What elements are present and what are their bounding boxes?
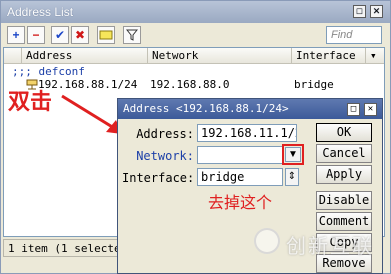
minus-icon[interactable]: −: [27, 26, 45, 44]
find-input[interactable]: Find: [326, 26, 382, 44]
maximize-button[interactable]: □: [353, 5, 366, 18]
network-dropdown-icon[interactable]: ▼: [285, 147, 301, 162]
watermark-text: 创新互联: [286, 234, 374, 258]
network-field[interactable]: [197, 146, 283, 164]
header-flag-cell: [4, 48, 22, 64]
group-comment-row: ;;; defconf: [4, 65, 384, 79]
table-header: Address Network Interface ▾: [4, 48, 384, 64]
column-menu-icon[interactable]: ▾: [366, 48, 384, 64]
column-network[interactable]: Network: [148, 48, 292, 64]
apply-button[interactable]: Apply: [316, 165, 372, 184]
column-interface[interactable]: Interface: [292, 48, 366, 64]
interface-dropdown-icon[interactable]: ⇕: [285, 168, 299, 186]
disable-button[interactable]: Disable: [316, 191, 372, 210]
watermark-logo-icon: [254, 228, 280, 254]
row-address: 192.168.88.1/24: [38, 78, 138, 91]
toolbar: + − ✔ ✖ Find: [1, 23, 390, 47]
cancel-button[interactable]: Cancel: [316, 144, 372, 163]
group-comment: ;;; defconf: [12, 65, 85, 78]
table-row[interactable]: 192.168.88.1/24 192.168.88.0 bridge: [4, 78, 384, 92]
row-network: 192.168.88.0: [150, 78, 230, 91]
address-field[interactable]: 192.168.11.1/24: [197, 124, 297, 142]
plus-icon[interactable]: +: [7, 26, 25, 44]
note-icon[interactable]: [97, 26, 115, 44]
dialog-title: Address <192.168.88.1/24>: [123, 102, 289, 115]
address-label: Address:: [136, 127, 194, 141]
interface-field[interactable]: bridge: [197, 168, 283, 186]
close-button[interactable]: ✕: [370, 5, 383, 18]
ok-button[interactable]: OK: [316, 123, 372, 142]
row-interface: bridge: [294, 78, 334, 91]
dialog-maximize-button[interactable]: □: [347, 103, 360, 116]
window-titlebar[interactable]: Address List □ ✕: [1, 1, 390, 23]
double-click-annotation: 双击: [8, 90, 53, 115]
x-icon[interactable]: ✖: [71, 26, 89, 44]
status-bar: 1 item (1 selected): [3, 239, 121, 257]
network-label: Network:: [136, 149, 194, 163]
filter-icon[interactable]: [123, 26, 141, 44]
interface-label: Interface:: [122, 171, 195, 185]
dialog-titlebar[interactable]: Address <192.168.88.1/24> □ ✕: [118, 99, 382, 119]
dialog-close-button[interactable]: ✕: [364, 103, 377, 116]
comment-button[interactable]: Comment: [316, 212, 372, 231]
check-icon[interactable]: ✔: [51, 26, 69, 44]
remove-annotation: 去掉这个: [208, 193, 273, 212]
window-title: Address List: [7, 5, 74, 19]
column-address[interactable]: Address: [22, 48, 148, 64]
